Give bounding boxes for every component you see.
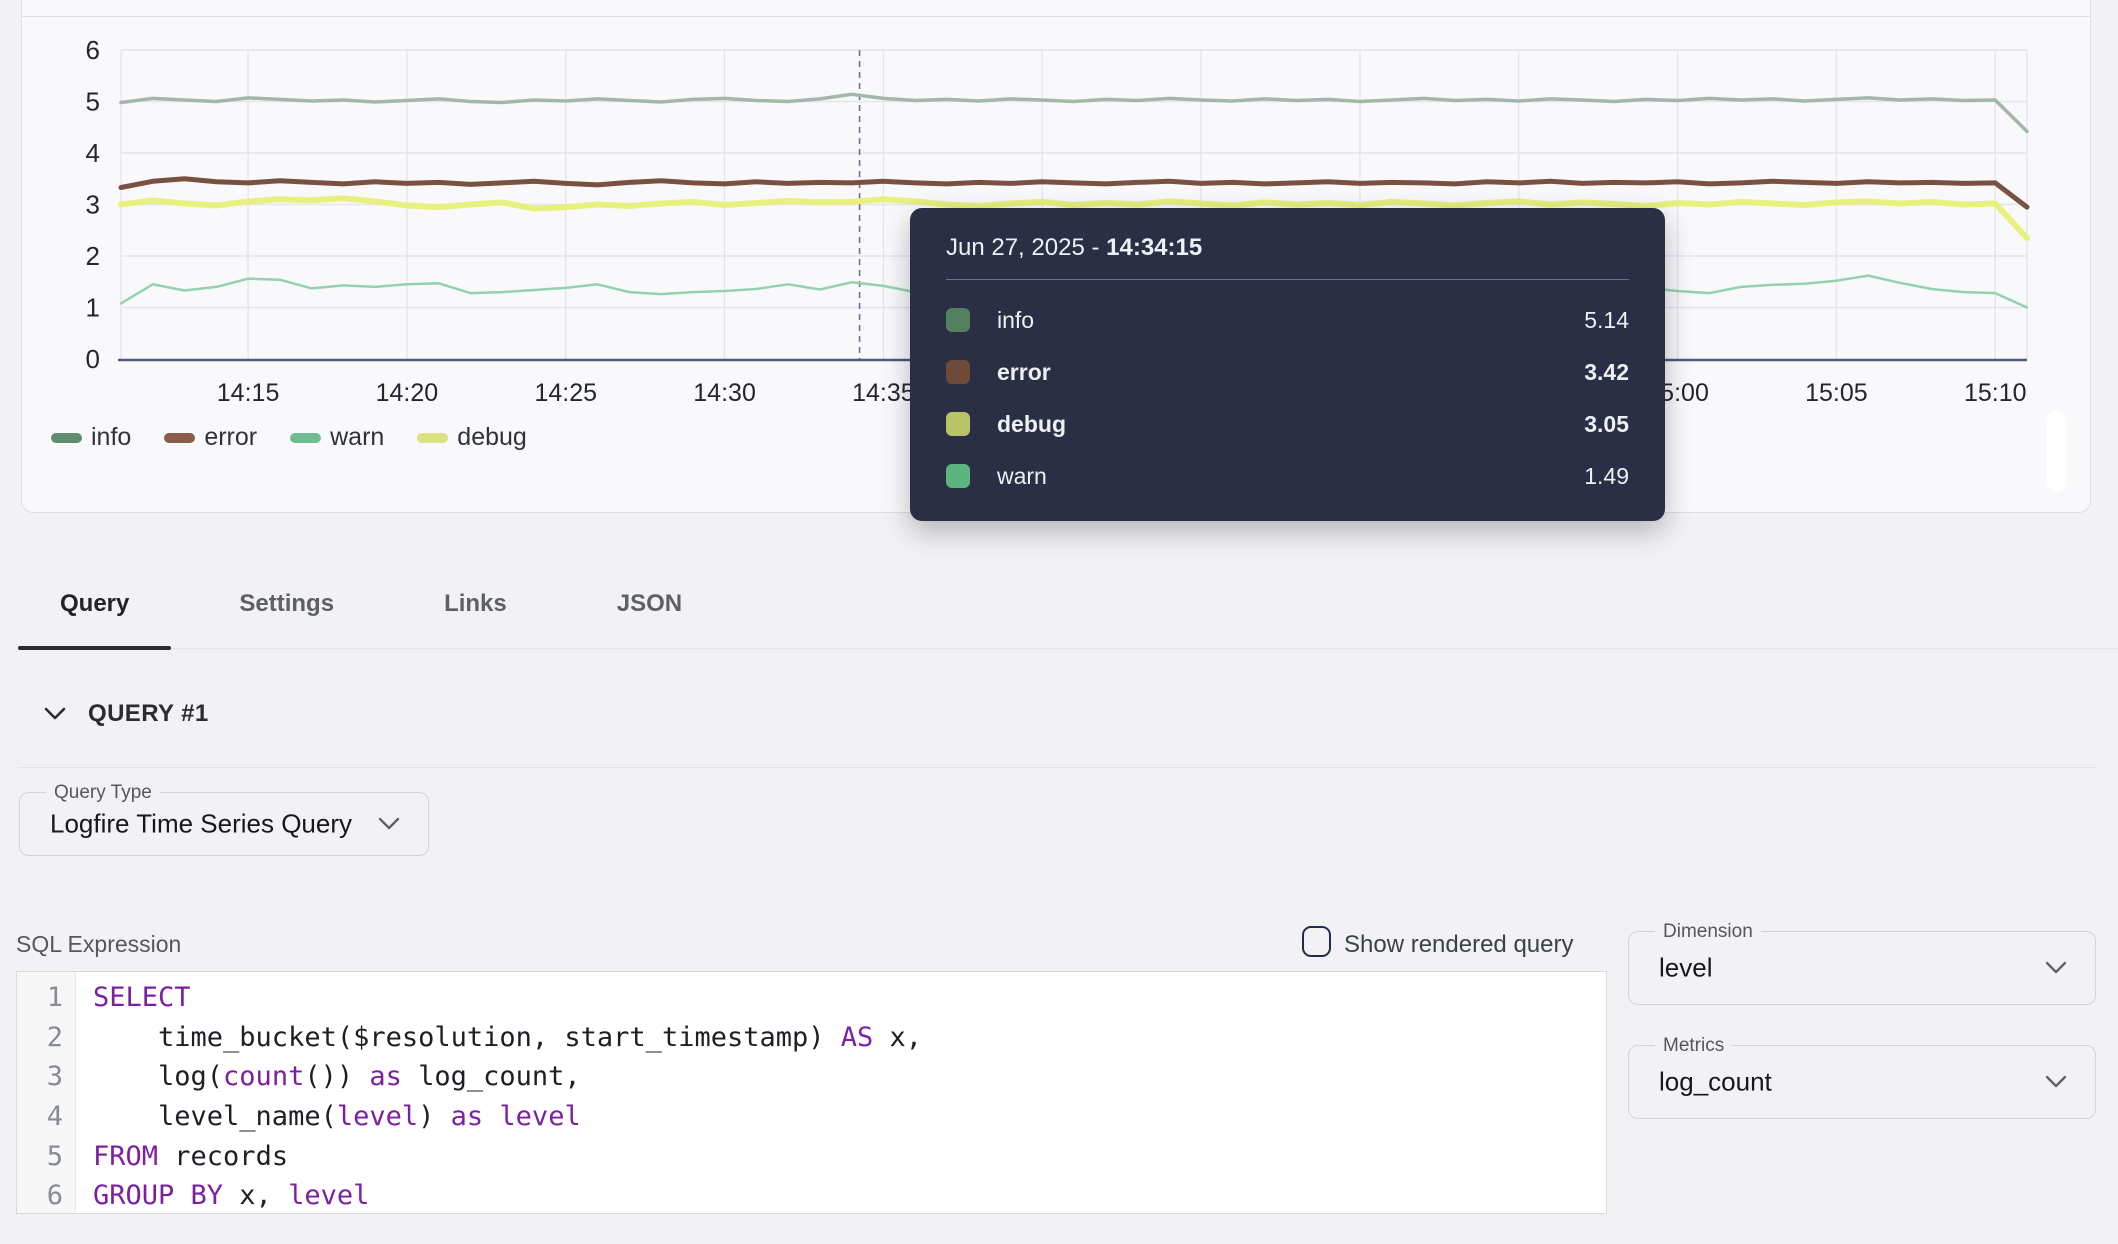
sql-code-line: 5FROM records [17,1136,1606,1176]
debug-legend-swatch [417,433,448,443]
legend-item-error[interactable]: error [164,423,257,452]
warn-swatch [946,464,970,488]
x-axis-tick-label: 15:05 [1805,379,1868,407]
query-type-value: Logfire Time Series Query [50,809,352,840]
tooltip-row-error: error 3.42 [946,346,1629,398]
query-type-select[interactable]: Query Type Logfire Time Series Query [19,792,429,856]
code-text: level_name(level) as level [75,1101,581,1132]
sql-code-line: 2 time_bucket($resolution, start_timesta… [17,1018,1606,1058]
x-axis-tick-label: 15:10 [1964,379,2027,407]
tooltip-divider [946,279,1629,280]
tooltip-row-label: error [997,359,1051,386]
tooltip-row-value: 3.05 [1584,411,1629,438]
tab-bar: Query Settings Links JSON [18,561,2118,649]
dimension-label: Dimension [1655,921,1761,943]
code-text: SELECT [75,982,191,1013]
warn-legend-swatch [290,433,321,443]
y-axis-tick-label: 5 [86,87,100,117]
tooltip-row-warn: warn 1.49 [946,450,1629,502]
legend-item-info[interactable]: info [51,423,131,452]
legend-item-warn[interactable]: warn [290,423,384,452]
y-axis-tick-label: 1 [86,293,100,323]
tab-links[interactable]: Links [402,561,549,648]
dimension-value: level [1659,953,1712,984]
chart-tooltip: Jun 27, 2025 - 14:34:15 info 5.14 error … [910,208,1665,521]
code-text: FROM records [75,1141,288,1172]
metrics-label: Metrics [1655,1035,1732,1057]
tooltip-row-label: debug [997,411,1066,438]
x-axis-tick-label: 14:20 [376,379,439,407]
metrics-select[interactable]: Metrics log_count [1628,1045,2096,1119]
chart-legend: info error warn debug [51,423,527,452]
y-axis-tick-label: 6 [86,35,100,65]
debug-swatch [946,412,970,436]
legend-label: warn [330,423,384,452]
x-axis-tick-label: 14:25 [534,379,597,407]
show-rendered-query-label[interactable]: Show rendered query [1344,931,1573,959]
line-number: 2 [17,1022,75,1053]
chevron-down-icon [376,816,402,832]
tab-json[interactable]: JSON [575,561,724,648]
show-rendered-query-checkbox[interactable] [1302,926,1331,957]
line-number: 4 [17,1101,75,1132]
dimension-select[interactable]: Dimension level [1628,931,2096,1005]
tooltip-row-debug: debug 3.05 [946,398,1629,450]
line-number: 1 [17,982,75,1013]
x-axis-tick-label: 14:35 [852,379,915,407]
line-number: 3 [17,1061,75,1092]
metrics-value: log_count [1659,1067,1772,1098]
y-axis-tick-label: 2 [86,241,100,271]
query-1-header[interactable]: QUERY #1 [43,700,209,728]
sql-code-line: 3 log(count()) as log_count, [17,1057,1606,1097]
code-text: log(count()) as log_count, [75,1061,581,1092]
sql-code-line: 4 level_name(level) as level [17,1097,1606,1137]
query-type-label: Query Type [46,782,160,804]
line-number: 6 [17,1180,75,1211]
code-text: time_bucket($resolution, start_timestamp… [75,1022,922,1053]
x-axis-tick-label: 14:15 [217,379,280,407]
tab-settings[interactable]: Settings [197,561,376,648]
tooltip-timestamp: Jun 27, 2025 - 14:34:15 [946,233,1629,263]
sql-editor[interactable]: 1SELECT2 time_bucket($resolution, start_… [16,971,1607,1214]
chevron-down-icon [43,706,67,722]
legend-label: info [91,423,131,452]
query-section-divider [18,767,2096,768]
y-axis-tick-label: 3 [86,190,100,220]
error-legend-swatch [164,433,195,443]
page-scrollbar-thumb[interactable] [2047,410,2066,492]
chevron-down-icon [2043,1074,2069,1090]
chevron-down-icon [2043,960,2069,976]
tooltip-row-label: warn [997,463,1047,490]
sql-expression-label: SQL Expression [16,931,181,958]
y-axis-tick-label: 4 [86,138,100,168]
tab-query[interactable]: Query [18,561,171,648]
sql-code-line: 6GROUP BY x, level [17,1176,1606,1216]
tooltip-row-label: info [997,307,1034,334]
tooltip-row-info: info 5.14 [946,294,1629,346]
line-number: 5 [17,1141,75,1172]
tooltip-time: 14:34:15 [1106,234,1202,261]
y-axis-tick-label: 0 [86,344,100,374]
legend-label: debug [457,423,527,452]
dashboard-chart-editor: 012345614:1514:2014:2514:3014:3514:4014:… [0,0,2118,1244]
tooltip-date: Jun 27, 2025 - [946,234,1106,261]
tooltip-row-value: 1.49 [1584,463,1629,490]
info-legend-swatch [51,433,82,443]
tooltip-rows: info 5.14 error 3.42 debug 3.05 warn 1.4… [946,294,1629,502]
x-axis-tick-label: 14:30 [693,379,756,407]
legend-label: error [204,423,257,452]
sql-code: 1SELECT2 time_bucket($resolution, start_… [17,978,1606,1216]
sql-code-line: 1SELECT [17,978,1606,1018]
query-1-title: QUERY #1 [88,700,209,728]
tooltip-row-value: 5.14 [1584,307,1629,334]
tooltip-row-value: 3.42 [1584,359,1629,386]
info-swatch [946,308,970,332]
error-swatch [946,360,970,384]
legend-item-debug[interactable]: debug [417,423,527,452]
code-text: GROUP BY x, level [75,1180,369,1211]
